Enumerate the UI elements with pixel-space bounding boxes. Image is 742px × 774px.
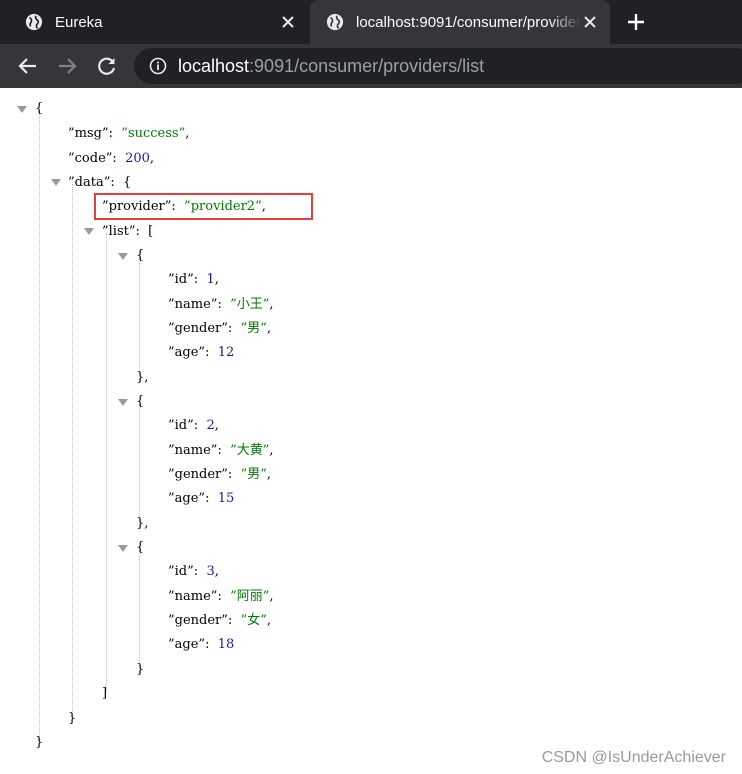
forward-arrow-icon[interactable] [56,55,78,77]
value-gender: 男 [247,467,261,482]
json-line-code: ”code”: 200, [68,151,155,166]
json-line-gender: ”gender”: ”男”, [168,321,272,336]
watermark: CSDN @IsUnderAchiever [541,749,726,766]
list-item-open: { [136,540,145,555]
json-line-id: ”id”: 1, [168,272,219,287]
value-name: 阿丽 [236,589,263,604]
browser-toolbar: localhost:9091/consumer/providers/list [0,44,742,88]
value-age: 18 [217,637,235,652]
address-bar[interactable]: localhost:9091/consumer/providers/list [134,48,742,84]
tab-strip: Eureka localhost:9091/consumer/providers… [0,0,742,44]
close-tab-icon[interactable] [582,14,598,30]
tab-title: Eureka [55,13,103,31]
json-line-id: ”id”: 3, [168,564,219,579]
collapse-toggle[interactable] [118,545,128,552]
json-open-brace: { [35,101,44,116]
json-viewer: { ”msg”: ”success”, ”code”: 200, ”data”:… [0,88,742,774]
json-line-name: ”name”: ”小王”, [168,297,274,312]
collapse-toggle[interactable] [84,228,94,235]
list-item-close: }, [136,516,149,531]
json-line-age: ”age”: 18 [168,637,235,652]
value-id: 2 [206,418,215,433]
tab-title: localhost:9091/consumer/providers/list [356,13,582,31]
json-line-name: ”name”: ”阿丽”, [168,589,274,604]
json-line-msg: ”msg”: ”success”, [68,126,190,141]
value-id: 1 [206,272,215,287]
list-item-close: }, [136,370,149,385]
value-gender: 男 [247,321,261,336]
close-tab-icon[interactable] [280,14,296,30]
value-msg: success [127,126,179,141]
list-close-bracket: ] [102,686,108,701]
highlight-box [94,193,313,220]
url-text[interactable]: localhost:9091/consumer/providers/list [178,56,484,77]
collapse-toggle[interactable] [118,253,128,260]
json-line-id: ”id”: 2, [168,418,219,433]
collapse-toggle[interactable] [17,106,27,113]
guide-line [139,550,140,662]
guide-line [106,233,107,691]
guide-line [72,184,73,716]
json-line-gender: ”gender”: ”男”, [168,467,272,482]
guide-line [139,258,140,370]
value-code: 200 [125,151,150,166]
json-line-list: ”list”: [ [102,224,154,239]
data-close-brace: } [68,711,77,726]
json-line-gender: ”gender”: ”女”, [168,613,272,628]
info-icon[interactable] [149,57,167,75]
url-host: localhost [178,55,250,76]
list-item-open: { [136,248,145,263]
json-close-brace: } [35,735,44,750]
value-name: 小王 [236,297,263,312]
reload-icon[interactable] [96,55,118,77]
value-age: 12 [217,345,235,360]
collapse-toggle[interactable] [51,179,61,186]
value-name: 大黄 [236,443,263,458]
collapse-toggle[interactable] [118,399,128,406]
json-line-age: ”age”: 12 [168,345,235,360]
back-arrow-icon[interactable] [17,55,39,77]
guide-line [39,111,40,741]
globe-icon [326,13,344,31]
list-item-close: } [136,662,145,677]
json-line-age: ”age”: 15 [168,491,235,506]
value-gender: 女 [247,613,261,628]
tab-localhost[interactable]: localhost:9091/consumer/providers/list [310,0,610,44]
value-id: 3 [206,564,215,579]
new-tab-icon[interactable] [626,12,646,32]
globe-icon [25,13,43,31]
json-line-data: ”data”: { [68,175,132,190]
url-path: :9091/consumer/providers/list [249,55,485,76]
guide-line [139,404,140,516]
json-line-name: ”name”: ”大黄”, [168,443,274,458]
value-age: 15 [217,491,235,506]
tab-eureka[interactable]: Eureka [0,0,308,44]
list-item-open: { [136,394,145,409]
